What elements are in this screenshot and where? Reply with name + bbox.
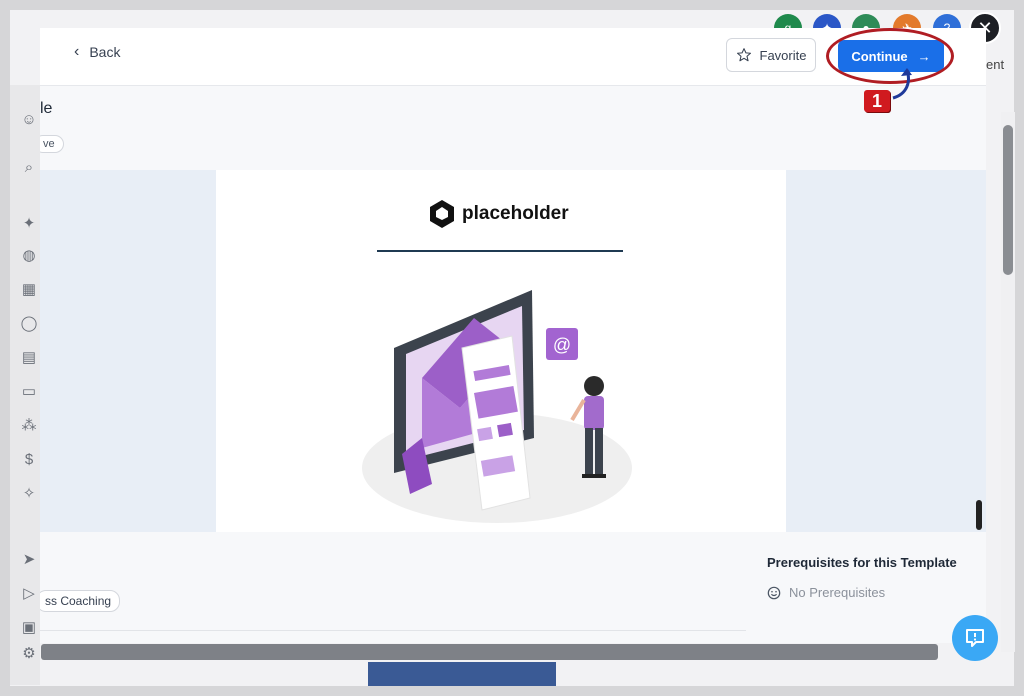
feedback-chat-button[interactable] (952, 615, 998, 661)
media-icon: ▣ (21, 619, 37, 636)
star-icon (736, 48, 751, 62)
calendar-icon: ▤ (21, 349, 37, 366)
play-icon: ▷ (23, 585, 35, 602)
side-handle[interactable] (976, 500, 982, 530)
prerequisites-value: No Prerequisites (767, 585, 885, 600)
template-modal: ‹ Back Favorite Continue → 1 le ve place… (40, 28, 986, 643)
svg-text:@: @ (553, 335, 571, 355)
chat-icon: ◯ (20, 315, 38, 332)
billing-icon: $ (24, 450, 34, 468)
user-icon: ☺ (21, 110, 37, 128)
grid-icon: ▦ (21, 281, 37, 298)
back-button[interactable]: ‹ Back (74, 43, 120, 61)
search-icon: ⌕ (24, 158, 34, 176)
back-label: Back (89, 44, 121, 60)
category-tag: ss Coaching (40, 590, 121, 612)
prerequisites-value-text: No Prerequisites (789, 585, 886, 600)
horizontal-scrollbar[interactable] (41, 644, 938, 660)
favorite-label: Favorite (759, 47, 807, 63)
smiley-icon (767, 586, 781, 599)
automation-icon: ✧ (22, 485, 36, 502)
brand-logo: placeholder (428, 199, 569, 229)
pointer-arrow-icon (892, 68, 912, 100)
template-preview: placeholder @ (216, 170, 786, 532)
template-title: le (40, 100, 53, 117)
vertical-scrollbar-thumb[interactable] (1003, 125, 1013, 275)
status-tag: ve (40, 135, 64, 153)
logo-icon (430, 200, 454, 228)
send-icon: ➤ (22, 551, 36, 568)
email-illustration: @ (362, 290, 632, 523)
background-strip (368, 662, 556, 686)
favorite-button[interactable]: Favorite (726, 38, 816, 72)
step-badge: 1 (864, 90, 890, 112)
logo-divider (377, 250, 623, 252)
sparkle-icon: ✦ (22, 215, 36, 232)
screen-frame: ☺ ⌕ ✦ ◍ ▦ ◯ ▤ ▭ ⁂ $ ✧ ➤ ▷ ▣ ⚙ g ✦ ● ✈ ? … (0, 0, 1024, 696)
workflow-icon: ⁂ (21, 417, 37, 434)
chevron-left-icon: ‹ (74, 43, 80, 60)
brand-name: placeholder (462, 203, 569, 224)
contacts-icon: ▭ (21, 383, 37, 400)
feedback-icon (966, 629, 984, 647)
background-partial-text: ent (986, 57, 1005, 72)
section-divider (40, 630, 746, 631)
modal-header: ‹ Back Favorite Continue → (40, 28, 986, 86)
dashboard-icon: ◍ (22, 247, 36, 264)
prerequisites-title: Prerequisites for this Template (767, 555, 957, 570)
settings-icon: ⚙ (22, 645, 36, 662)
